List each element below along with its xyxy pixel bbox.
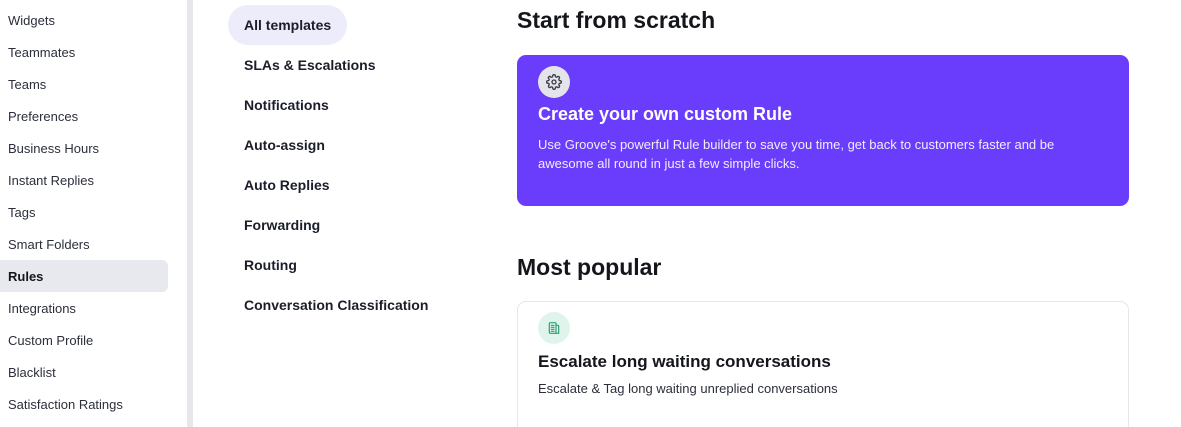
- category-slas-escalations[interactable]: SLAs & Escalations: [228, 45, 392, 85]
- sidebar-item-preferences[interactable]: Preferences: [0, 100, 168, 132]
- sidebar-item-integrations[interactable]: Integrations: [0, 292, 168, 324]
- settings-sidebar: Widgets Teammates Teams Preferences Busi…: [0, 0, 187, 427]
- category-all-templates[interactable]: All templates: [228, 5, 348, 45]
- sidebar-item-tags[interactable]: Tags: [0, 196, 168, 228]
- template-category-nav: All templates SLAs & Escalations Notific…: [228, 0, 488, 427]
- category-conversation-classification[interactable]: Conversation Classification: [228, 285, 444, 325]
- custom-rule-title: Create your own custom Rule: [538, 104, 793, 124]
- category-routing[interactable]: Routing: [228, 245, 313, 285]
- sidebar-item-satisfaction-ratings[interactable]: Satisfaction Ratings: [0, 388, 168, 420]
- custom-rule-description: Use Groove's powerful Rule builder to sa…: [538, 137, 1055, 171]
- templates-main: Start from scratch Create your own custo…: [517, 0, 1129, 427]
- escalate-template-title: Escalate long waiting conversations: [538, 352, 831, 371]
- gear-icon: [538, 66, 570, 98]
- sidebar-scrollbar[interactable]: [187, 0, 193, 427]
- sidebar-item-blacklist[interactable]: Blacklist: [0, 356, 168, 388]
- sidebar-item-teammates[interactable]: Teammates: [0, 36, 168, 68]
- sidebar-item-smart-folders[interactable]: Smart Folders: [0, 228, 168, 260]
- category-notifications[interactable]: Notifications: [228, 85, 345, 125]
- sidebar-item-widgets[interactable]: Widgets: [0, 4, 168, 36]
- category-auto-assign[interactable]: Auto-assign: [228, 125, 341, 165]
- sidebar-item-instant-replies[interactable]: Instant Replies: [0, 164, 168, 196]
- start-from-scratch-heading: Start from scratch: [517, 7, 716, 33]
- escalate-template-card[interactable]: Escalate long waiting conversations Esca…: [517, 301, 1129, 427]
- sidebar-item-business-hours[interactable]: Business Hours: [0, 132, 168, 164]
- sidebar-item-custom-profile[interactable]: Custom Profile: [0, 324, 168, 356]
- category-auto-replies[interactable]: Auto Replies: [228, 165, 346, 205]
- escalate-icon: [538, 312, 570, 344]
- custom-rule-card[interactable]: Create your own custom Rule Use Groove's…: [517, 55, 1129, 206]
- sidebar-item-rules[interactable]: Rules: [0, 260, 168, 292]
- category-forwarding[interactable]: Forwarding: [228, 205, 336, 245]
- escalate-template-description: Escalate & Tag long waiting unreplied co…: [538, 381, 838, 396]
- sidebar-item-teams[interactable]: Teams: [0, 68, 168, 100]
- most-popular-heading: Most popular: [517, 254, 662, 280]
